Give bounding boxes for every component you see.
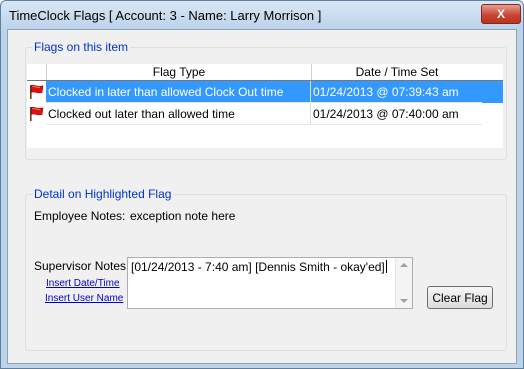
flag-type-cell: Clocked out later than allowed time <box>46 103 311 125</box>
supervisor-notes-text: [01/24/2013 - 7:40 am] [Dennis Smith - o… <box>131 260 393 274</box>
employee-notes-label: Employee Notes: <box>34 209 126 223</box>
supervisor-notes-value: [01/24/2013 - 7:40 am] [Dennis Smith - o… <box>131 260 385 274</box>
table-row[interactable]: Clocked out later than allowed time 01/2… <box>27 103 503 125</box>
date-time-cell: 01/24/2013 @ 07:39:43 am <box>311 81 482 103</box>
clear-flag-button[interactable]: Clear Flag <box>427 286 493 309</box>
scroll-down-icon[interactable] <box>400 299 408 303</box>
title-bar[interactable]: TimeClock Flags [ Account: 3 - Name: Lar… <box>1 1 523 29</box>
employee-notes-value: exception note here <box>130 209 236 223</box>
red-flag-icon <box>30 84 44 99</box>
supervisor-notes-label: Supervisor Notes: <box>34 259 130 273</box>
table-row[interactable]: Clocked in later than allowed Clock Out … <box>27 81 503 103</box>
flag-cell <box>27 103 46 125</box>
scroll-up-icon[interactable] <box>400 263 408 267</box>
header-icon-column <box>27 64 45 80</box>
close-button[interactable]: X <box>481 4 521 24</box>
notes-scrollbar[interactable] <box>395 258 412 308</box>
insert-user-name-link[interactable]: Insert User Name <box>45 293 123 304</box>
dialog-body: Flags on this item Flag Type Date / Time… <box>7 29 517 364</box>
grid-header: Flag Type Date / Time Set <box>27 64 503 81</box>
red-flag-icon <box>30 106 44 121</box>
header-flag-type[interactable]: Flag Type <box>46 64 312 80</box>
window-title: TimeClock Flags [ Account: 3 - Name: Lar… <box>9 8 322 23</box>
header-date-time-set[interactable]: Date / Time Set <box>312 64 482 80</box>
insert-date-time-link[interactable]: Insert Date/Time <box>46 278 120 289</box>
flag-type-cell: Clocked in later than allowed Clock Out … <box>46 81 311 103</box>
flags-grid[interactable]: Flag Type Date / Time Set Clocked in lat… <box>27 64 503 148</box>
flags-group-legend: Flags on this item <box>34 40 129 54</box>
row-selection-fill <box>482 81 503 103</box>
date-time-cell: 01/24/2013 @ 07:40:00 am <box>311 103 482 125</box>
flag-cell <box>27 81 46 103</box>
supervisor-notes-textarea[interactable]: [01/24/2013 - 7:40 am] [Dennis Smith - o… <box>127 257 413 309</box>
timeclock-flags-window: TimeClock Flags [ Account: 3 - Name: Lar… <box>0 0 524 369</box>
text-caret <box>385 260 387 273</box>
detail-group-legend: Detail on Highlighted Flag <box>34 187 172 201</box>
